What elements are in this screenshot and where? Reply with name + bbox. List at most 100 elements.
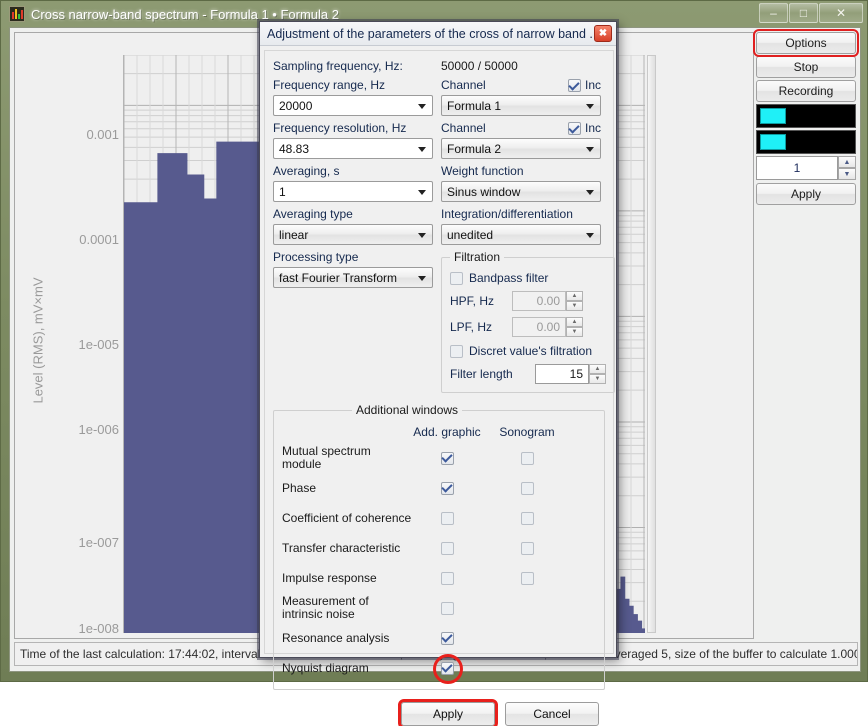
integration-label: Integration/differentiation <box>441 207 573 221</box>
channel2-inc-checkbox[interactable] <box>567 122 581 135</box>
add-graphic-checkbox[interactable] <box>440 451 454 465</box>
sonogram-checkbox[interactable] <box>520 571 534 585</box>
frequency-resolution-label: Frequency resolution, Hz <box>273 121 407 135</box>
stepper-down-icon[interactable]: ▼ <box>838 168 856 180</box>
channel1-led <box>760 108 786 124</box>
averaging-type-select[interactable]: linear <box>273 224 433 245</box>
dialog-title-bar: Adjustment of the parameters of the cros… <box>260 22 616 46</box>
sonogram-checkbox[interactable] <box>520 541 534 555</box>
add-graphic-checkbox[interactable] <box>440 571 454 585</box>
additional-window-label: Measurement of intrinsic noise <box>282 594 369 621</box>
discret-filtration-checkbox[interactable] <box>450 344 463 358</box>
lpf-stepper[interactable]: ▲ ▼ <box>566 317 583 337</box>
processing-type-value: fast Fourier Transform <box>279 270 398 285</box>
chevron-down-icon <box>418 104 426 109</box>
sonogram-cell <box>482 541 572 555</box>
channel2-label: Channel <box>441 121 486 135</box>
additional-window-row: Transfer characteristic <box>282 533 596 563</box>
additional-window-row: Mutual spectrum module <box>282 443 596 473</box>
processing-type-select[interactable]: fast Fourier Transform <box>273 267 433 288</box>
y-tick-1: 0.0001 <box>79 232 119 247</box>
add-graphic-cell <box>412 481 482 495</box>
recording-button[interactable]: Recording <box>756 80 856 102</box>
chevron-down-icon <box>586 190 594 195</box>
channel2-select[interactable]: Formula 2 <box>441 138 601 159</box>
channel2-inc-label: Inc <box>584 121 601 135</box>
integration-select[interactable]: unedited <box>441 224 601 245</box>
processing-type-label: Processing type <box>273 250 359 264</box>
sonogram-column-header: Sonogram <box>499 424 555 439</box>
channel1-inc-checkbox[interactable] <box>567 79 581 92</box>
frequency-range-select[interactable]: 20000 <box>273 95 433 116</box>
options-button[interactable]: Options <box>753 29 859 57</box>
chevron-down-icon <box>418 147 426 152</box>
additional-window-label: Phase <box>282 480 317 495</box>
add-graphic-checkbox[interactable] <box>440 481 454 495</box>
filter-length-stepper[interactable]: ▲ ▼ <box>589 364 606 384</box>
lpf-down-icon[interactable]: ▼ <box>566 327 583 337</box>
sonogram-checkbox[interactable] <box>520 511 534 525</box>
chevron-down-icon <box>418 276 426 281</box>
minimize-button[interactable]: – <box>759 3 788 23</box>
dialog-apply-button[interactable]: Apply <box>398 699 498 726</box>
filter-length-down-icon[interactable]: ▼ <box>589 374 606 384</box>
y-tick-3: 1e-006 <box>78 422 119 437</box>
add-graphic-cell <box>412 511 482 525</box>
stepper-up-icon[interactable]: ▲ <box>838 156 856 168</box>
averaging-type-row: Averaging type Integration/differentiati… <box>273 205 605 224</box>
averaging-combos: 1 Sinus window <box>273 181 605 205</box>
scale-stepper[interactable]: 1 ▲ ▼ <box>756 156 856 180</box>
plot-scrollbar[interactable] <box>647 55 656 633</box>
additional-window-label: Nyquist diagram <box>282 660 369 675</box>
averaging-row: Averaging, s Weight function <box>273 162 605 181</box>
window-title: Cross narrow-band spectrum - Formula 1 •… <box>31 6 339 22</box>
hpf-row: HPF, Hz 0.00 ▲ ▼ <box>450 288 606 314</box>
integration-value: unedited <box>447 227 494 242</box>
additional-window-row: Measurement of intrinsic noise <box>282 593 596 623</box>
channel1-value: Formula 1 <box>447 98 502 113</box>
additional-window-label: Impulse response <box>282 570 377 585</box>
add-graphic-cell <box>412 571 482 585</box>
averaging-select[interactable]: 1 <box>273 181 433 202</box>
dialog-cancel-button[interactable]: Cancel <box>505 702 599 726</box>
weight-function-select[interactable]: Sinus window <box>441 181 601 202</box>
add-graphic-checkbox[interactable] <box>440 661 454 675</box>
add-graphic-checkbox[interactable] <box>440 631 454 645</box>
x-tick-0: 1 <box>127 637 134 638</box>
apply-button-side[interactable]: Apply <box>756 183 856 205</box>
add-graphic-checkbox[interactable] <box>440 541 454 555</box>
frequency-resolution-combos: 48.83 Formula 2 <box>273 138 605 162</box>
channel1-inc-label: Inc <box>584 78 601 92</box>
y-axis-ticks: 0.001 0.0001 1e-005 1e-006 1e-007 1e-008 <box>15 33 119 638</box>
hpf-up-icon[interactable]: ▲ <box>566 291 583 301</box>
sonogram-cell <box>482 481 572 495</box>
frequency-range-value: 20000 <box>279 98 313 113</box>
frequency-resolution-select[interactable]: 48.83 <box>273 138 433 159</box>
dialog-close-icon[interactable]: ✖ <box>594 25 612 42</box>
weight-function-value: Sinus window <box>447 184 521 199</box>
sonogram-checkbox[interactable] <box>520 481 534 495</box>
hpf-stepper[interactable]: ▲ ▼ <box>566 291 583 311</box>
stop-button[interactable]: Stop <box>756 56 856 78</box>
add-graphic-checkbox[interactable] <box>440 601 454 615</box>
chevron-down-icon <box>586 147 594 152</box>
chevron-down-icon <box>586 104 594 109</box>
filter-length-input[interactable]: 15 <box>535 364 589 384</box>
lpf-input[interactable]: 0.00 <box>512 317 566 337</box>
lpf-row: LPF, Hz 0.00 ▲ ▼ <box>450 314 606 340</box>
filter-length-row: Filter length 15 ▲ ▼ <box>450 362 606 386</box>
add-graphic-checkbox[interactable] <box>440 511 454 525</box>
hpf-input[interactable]: 0.00 <box>512 291 566 311</box>
hpf-down-icon[interactable]: ▼ <box>566 301 583 311</box>
close-button[interactable]: ✕ <box>819 3 863 23</box>
maximize-button[interactable]: □ <box>789 3 818 23</box>
scale-stepper-value[interactable]: 1 <box>756 156 838 180</box>
lpf-up-icon[interactable]: ▲ <box>566 317 583 327</box>
filter-length-up-icon[interactable]: ▲ <box>589 364 606 374</box>
additional-windows-group: Additional windows Add. graphic Sonogram… <box>273 403 605 690</box>
add-graphic-cell <box>412 601 482 615</box>
bandpass-filter-checkbox[interactable] <box>450 271 463 285</box>
application-window: Cross narrow-band spectrum - Formula 1 •… <box>0 0 868 726</box>
sonogram-checkbox[interactable] <box>520 451 534 465</box>
channel1-select[interactable]: Formula 1 <box>441 95 601 116</box>
